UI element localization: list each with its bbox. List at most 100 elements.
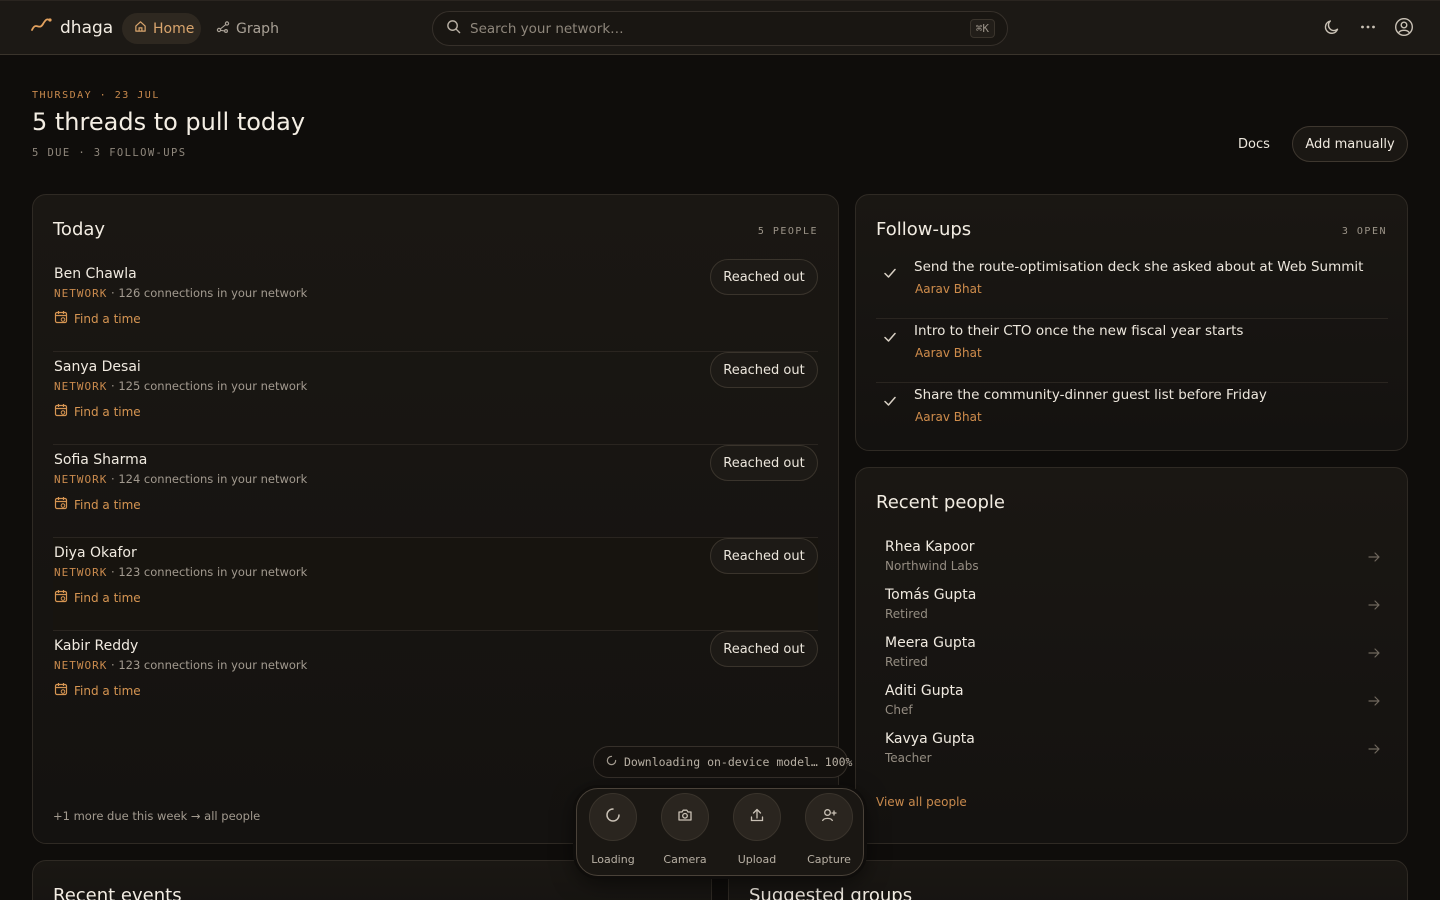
camera-icon bbox=[677, 807, 693, 827]
due-summary: 5 DUE · 3 FOLLOW-UPS bbox=[32, 147, 187, 159]
followup-person[interactable]: Aarav Bhat bbox=[915, 410, 982, 424]
person-subtitle: Chef bbox=[885, 703, 913, 717]
calendar-icon bbox=[54, 496, 68, 513]
dock-label: Loading bbox=[591, 853, 635, 866]
page-title: 5 threads to pull today bbox=[32, 108, 306, 136]
search-bar[interactable]: Search your network… ⌘K bbox=[432, 11, 1008, 46]
dock-label: Camera bbox=[663, 853, 707, 866]
nav-home[interactable]: Home bbox=[122, 13, 201, 44]
connections-text: · 126 connections in your network bbox=[107, 286, 308, 300]
graph-icon bbox=[216, 20, 230, 38]
capture-dock: Loading Camera Upload Capture bbox=[576, 788, 864, 876]
person-name[interactable]: Sanya Desai bbox=[54, 359, 141, 375]
person-name[interactable]: Ben Chawla bbox=[54, 266, 137, 282]
loading-button[interactable]: Loading bbox=[577, 793, 649, 869]
person-name[interactable]: Sofia Sharma bbox=[54, 452, 147, 468]
find-time-link[interactable]: Find a time bbox=[54, 310, 141, 327]
followup-text: Share the community-dinner guest list be… bbox=[914, 387, 1267, 403]
calendar-icon bbox=[54, 310, 68, 327]
person-name[interactable]: Diya Okafor bbox=[54, 545, 137, 561]
upload-icon bbox=[749, 807, 765, 827]
search-shortcut-badge: ⌘K bbox=[969, 19, 995, 38]
more-due-link[interactable]: +1 more due this week → all people bbox=[53, 809, 260, 823]
calendar-icon bbox=[54, 403, 68, 420]
person-name: Rhea Kapoor bbox=[885, 539, 975, 555]
dock-circle bbox=[661, 793, 709, 841]
thread-logo-icon bbox=[30, 17, 52, 38]
connections-text: · 125 connections in your network bbox=[107, 379, 308, 393]
person-name: Kavya Gupta bbox=[885, 731, 975, 747]
check-icon[interactable] bbox=[882, 329, 898, 345]
moon-icon[interactable] bbox=[1322, 17, 1342, 37]
list-item: Sanya Desai NETWORK · 125 connections in… bbox=[53, 352, 818, 445]
person-subtitle: Teacher bbox=[885, 751, 932, 765]
find-time-link[interactable]: Find a time bbox=[54, 496, 141, 513]
followup-item[interactable]: Send the route-optimisation deck she ask… bbox=[876, 255, 1388, 319]
check-icon[interactable] bbox=[882, 393, 898, 409]
list-item[interactable]: Kavya Gupta Teacher bbox=[884, 731, 1381, 775]
find-time-link[interactable]: Find a time bbox=[54, 589, 141, 606]
followup-person[interactable]: Aarav Bhat bbox=[915, 346, 982, 360]
check-icon[interactable] bbox=[882, 265, 898, 281]
find-time-link[interactable]: Find a time bbox=[54, 682, 141, 699]
arrow-right-icon bbox=[1367, 741, 1381, 755]
find-time-label: Find a time bbox=[74, 590, 141, 605]
followups-panel: Follow-ups 3 OPEN Send the route-optimis… bbox=[855, 194, 1408, 451]
spinner-icon bbox=[605, 807, 621, 827]
list-item[interactable]: Aditi Gupta Chef bbox=[884, 683, 1381, 727]
dock-circle bbox=[805, 793, 853, 841]
network-tag: NETWORK bbox=[54, 659, 108, 672]
list-item[interactable]: Tomás Gupta Retired bbox=[884, 587, 1381, 631]
person-name: Meera Gupta bbox=[885, 635, 976, 651]
followup-text: Send the route-optimisation deck she ask… bbox=[914, 259, 1364, 275]
person-meta: NETWORK · 125 connections in your networ… bbox=[54, 379, 307, 393]
search-icon bbox=[446, 19, 461, 38]
calendar-icon bbox=[54, 682, 68, 699]
more-icon[interactable] bbox=[1358, 17, 1378, 37]
brand-logo[interactable]: dhaga bbox=[30, 17, 113, 38]
spinner-icon bbox=[606, 755, 617, 769]
nav-home-label: Home bbox=[153, 20, 195, 37]
camera-button[interactable]: Camera bbox=[649, 793, 721, 869]
person-name[interactable]: Kabir Reddy bbox=[54, 638, 138, 654]
followup-person[interactable]: Aarav Bhat bbox=[915, 282, 982, 296]
account-icon[interactable] bbox=[1394, 17, 1414, 37]
download-status-toast: Downloading on-device model… 100% bbox=[593, 746, 852, 778]
calendar-icon bbox=[54, 589, 68, 606]
list-item: Kabir Reddy NETWORK · 123 connections in… bbox=[53, 631, 818, 724]
reached-out-button[interactable]: Reached out bbox=[710, 538, 818, 574]
capture-button[interactable]: Capture bbox=[793, 793, 865, 869]
list-item[interactable]: Meera Gupta Retired bbox=[884, 635, 1381, 679]
arrow-right-icon bbox=[1367, 597, 1381, 611]
connections-text: · 123 connections in your network bbox=[107, 658, 308, 672]
add-person-icon bbox=[821, 807, 837, 827]
nav-graph[interactable]: Graph bbox=[216, 13, 279, 44]
person-name: Tomás Gupta bbox=[885, 587, 977, 603]
reached-out-button[interactable]: Reached out bbox=[710, 352, 818, 388]
network-tag: NETWORK bbox=[54, 287, 108, 300]
today-count: 5 PEOPLE bbox=[757, 226, 818, 237]
find-time-label: Find a time bbox=[74, 404, 141, 419]
list-item: Ben Chawla NETWORK · 126 connections in … bbox=[53, 259, 818, 352]
find-time-label: Find a time bbox=[74, 497, 141, 512]
list-item: Sofia Sharma NETWORK · 124 connections i… bbox=[53, 445, 818, 538]
docs-button[interactable]: Docs bbox=[1226, 127, 1282, 161]
upload-button[interactable]: Upload bbox=[721, 793, 793, 869]
reached-out-button[interactable]: Reached out bbox=[710, 445, 818, 481]
person-subtitle: Northwind Labs bbox=[885, 559, 979, 573]
find-time-label: Find a time bbox=[74, 311, 141, 326]
reached-out-button[interactable]: Reached out bbox=[710, 631, 818, 667]
search-input[interactable]: Search your network… bbox=[470, 21, 624, 37]
followup-item[interactable]: Intro to their CTO once the new fiscal y… bbox=[876, 319, 1388, 383]
brand-name: dhaga bbox=[60, 17, 114, 38]
find-time-link[interactable]: Find a time bbox=[54, 403, 141, 420]
reached-out-button[interactable]: Reached out bbox=[710, 259, 818, 295]
add-manually-button[interactable]: Add manually bbox=[1292, 126, 1408, 162]
view-all-people-link[interactable]: View all people bbox=[876, 795, 967, 809]
list-item[interactable]: Rhea Kapoor Northwind Labs bbox=[884, 539, 1381, 583]
recent-events-title: Recent events bbox=[53, 885, 182, 900]
network-tag: NETWORK bbox=[54, 473, 108, 486]
followups-title: Follow-ups bbox=[876, 219, 972, 240]
followup-item[interactable]: Share the community-dinner guest list be… bbox=[876, 383, 1388, 447]
followups-count: 3 OPEN bbox=[1341, 226, 1387, 237]
